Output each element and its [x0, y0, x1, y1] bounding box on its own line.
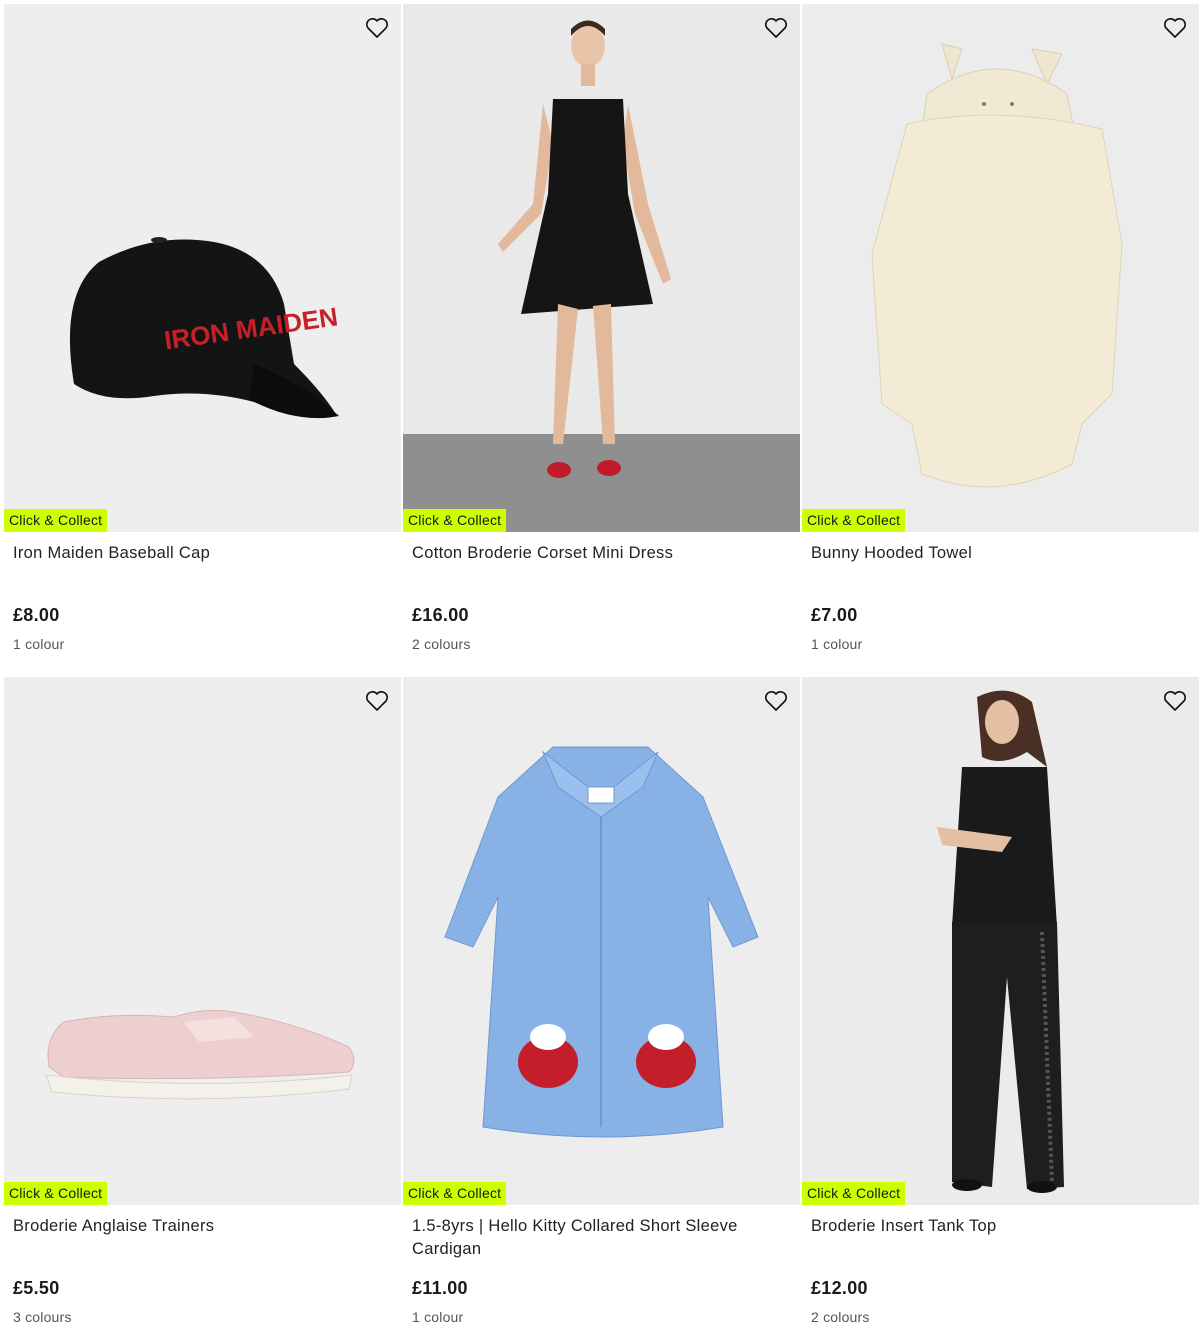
product-card[interactable]: Click & Collect 1.5-8yrs | Hello Kitty C… [403, 677, 800, 1340]
wishlist-button[interactable] [363, 14, 391, 42]
product-price: £12.00 [811, 1278, 868, 1298]
colour-count: 2 colours [412, 636, 471, 652]
cardigan-image [403, 677, 800, 1205]
product-price: £11.00 [412, 1278, 468, 1298]
product-image[interactable]: Click & Collect [403, 677, 800, 1205]
heart-outline-icon [765, 18, 787, 38]
product-name[interactable]: Broderie Insert Tank Top [811, 1215, 1190, 1261]
product-name[interactable]: Iron Maiden Baseball Cap [13, 542, 392, 588]
product-price: £16.00 [412, 605, 469, 625]
product-card[interactable]: IRON MAIDEN Click & Collect Iron Maiden … [4, 4, 401, 667]
product-image[interactable]: Click & Collect [4, 677, 401, 1205]
wishlist-button[interactable] [363, 687, 391, 715]
click-collect-badge: Click & Collect [4, 509, 108, 532]
product-price: £5.50 [13, 1278, 60, 1298]
product-card[interactable]: Click & Collect Bunny Hooded Towel £7.00… [802, 4, 1199, 667]
product-image[interactable]: Click & Collect [802, 677, 1199, 1205]
product-image[interactable]: IRON MAIDEN Click & Collect [4, 4, 401, 532]
heart-outline-icon [765, 691, 787, 711]
click-collect-badge: Click & Collect [403, 509, 507, 532]
wishlist-button[interactable] [1161, 14, 1189, 42]
product-name[interactable]: Bunny Hooded Towel [811, 542, 1190, 588]
wishlist-button[interactable] [1161, 687, 1189, 715]
wishlist-button[interactable] [762, 687, 790, 715]
dress-image [403, 4, 800, 532]
product-grid: IRON MAIDEN Click & Collect Iron Maiden … [4, 4, 1200, 1340]
cap-image: IRON MAIDEN [4, 4, 401, 532]
wishlist-button[interactable] [762, 14, 790, 42]
product-price: £7.00 [811, 605, 858, 625]
towel-image [802, 4, 1199, 532]
tank-top-image [802, 677, 1199, 1205]
heart-outline-icon [366, 691, 388, 711]
trainers-image [4, 677, 401, 1205]
product-name[interactable]: Broderie Anglaise Trainers [13, 1215, 392, 1261]
heart-outline-icon [366, 18, 388, 38]
product-card[interactable]: Click & Collect Broderie Anglaise Traine… [4, 677, 401, 1340]
click-collect-badge: Click & Collect [4, 1182, 108, 1205]
product-name[interactable]: Cotton Broderie Corset Mini Dress [412, 542, 791, 588]
heart-outline-icon [1164, 691, 1186, 711]
product-card[interactable]: Click & Collect Cotton Broderie Corset M… [403, 4, 800, 667]
product-price: £8.00 [13, 605, 60, 625]
click-collect-badge: Click & Collect [802, 1182, 906, 1205]
click-collect-badge: Click & Collect [802, 509, 906, 532]
colour-count: 1 colour [811, 636, 863, 652]
colour-count: 1 colour [13, 636, 65, 652]
product-image[interactable]: Click & Collect [802, 4, 1199, 532]
product-card[interactable]: Click & Collect Broderie Insert Tank Top… [802, 677, 1199, 1340]
product-image[interactable]: Click & Collect [403, 4, 800, 532]
click-collect-badge: Click & Collect [403, 1182, 507, 1205]
product-name[interactable]: 1.5-8yrs | Hello Kitty Collared Short Sl… [412, 1215, 791, 1261]
heart-outline-icon [1164, 18, 1186, 38]
